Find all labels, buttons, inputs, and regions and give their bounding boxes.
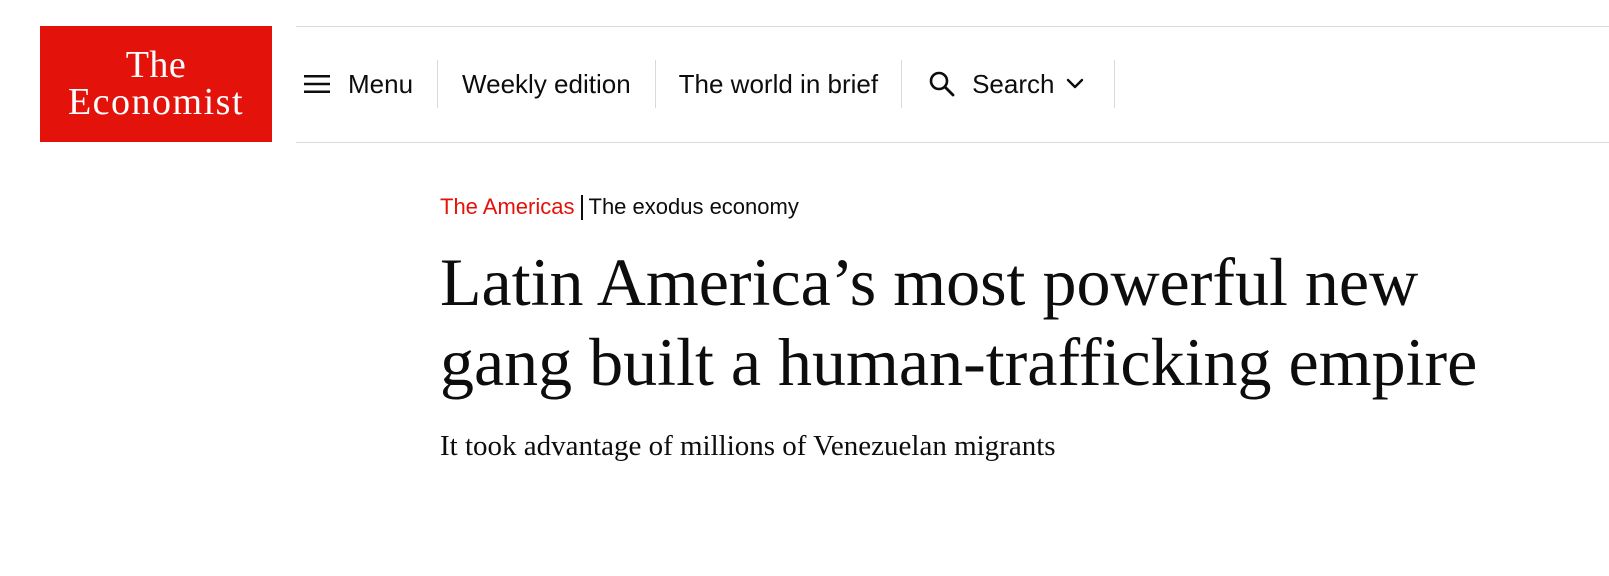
section-link[interactable]: The Americas bbox=[440, 190, 575, 224]
weekly-edition-link[interactable]: Weekly edition bbox=[438, 60, 655, 108]
logo-line-2: Economist bbox=[67, 81, 245, 123]
header-bottom-border bbox=[296, 142, 1609, 143]
world-in-brief-label: The world in brief bbox=[678, 68, 879, 99]
weekly-edition-label: Weekly edition bbox=[462, 68, 631, 99]
search-label: Search bbox=[972, 68, 1055, 99]
header-top-border bbox=[296, 26, 1609, 27]
article-rubric: The Americas The exodus economy bbox=[440, 190, 1500, 224]
nav-divider bbox=[1114, 60, 1116, 108]
main-navigation: Menu Weekly edition The world in brief S… bbox=[296, 60, 1116, 108]
world-in-brief-link[interactable]: The world in brief bbox=[656, 60, 901, 108]
article-subheadline: It took advantage of millions of Venezue… bbox=[440, 430, 1056, 462]
search-button[interactable]: Search bbox=[902, 60, 1114, 108]
article-headline: Latin America’s most powerful new gang b… bbox=[440, 244, 1478, 400]
article-flytitle: The exodus economy bbox=[588, 194, 799, 219]
economist-logo[interactable]: The Economist bbox=[40, 26, 272, 142]
hamburger-icon bbox=[304, 75, 330, 93]
logo-line-1: The bbox=[125, 44, 187, 86]
menu-button[interactable]: Menu bbox=[296, 60, 437, 108]
chevron-down-icon bbox=[1067, 78, 1084, 89]
search-icon bbox=[929, 71, 955, 97]
rubric-divider bbox=[580, 194, 583, 220]
menu-label: Menu bbox=[348, 68, 414, 99]
article-header: The Americas The exodus economy Latin Am… bbox=[440, 190, 1500, 464]
